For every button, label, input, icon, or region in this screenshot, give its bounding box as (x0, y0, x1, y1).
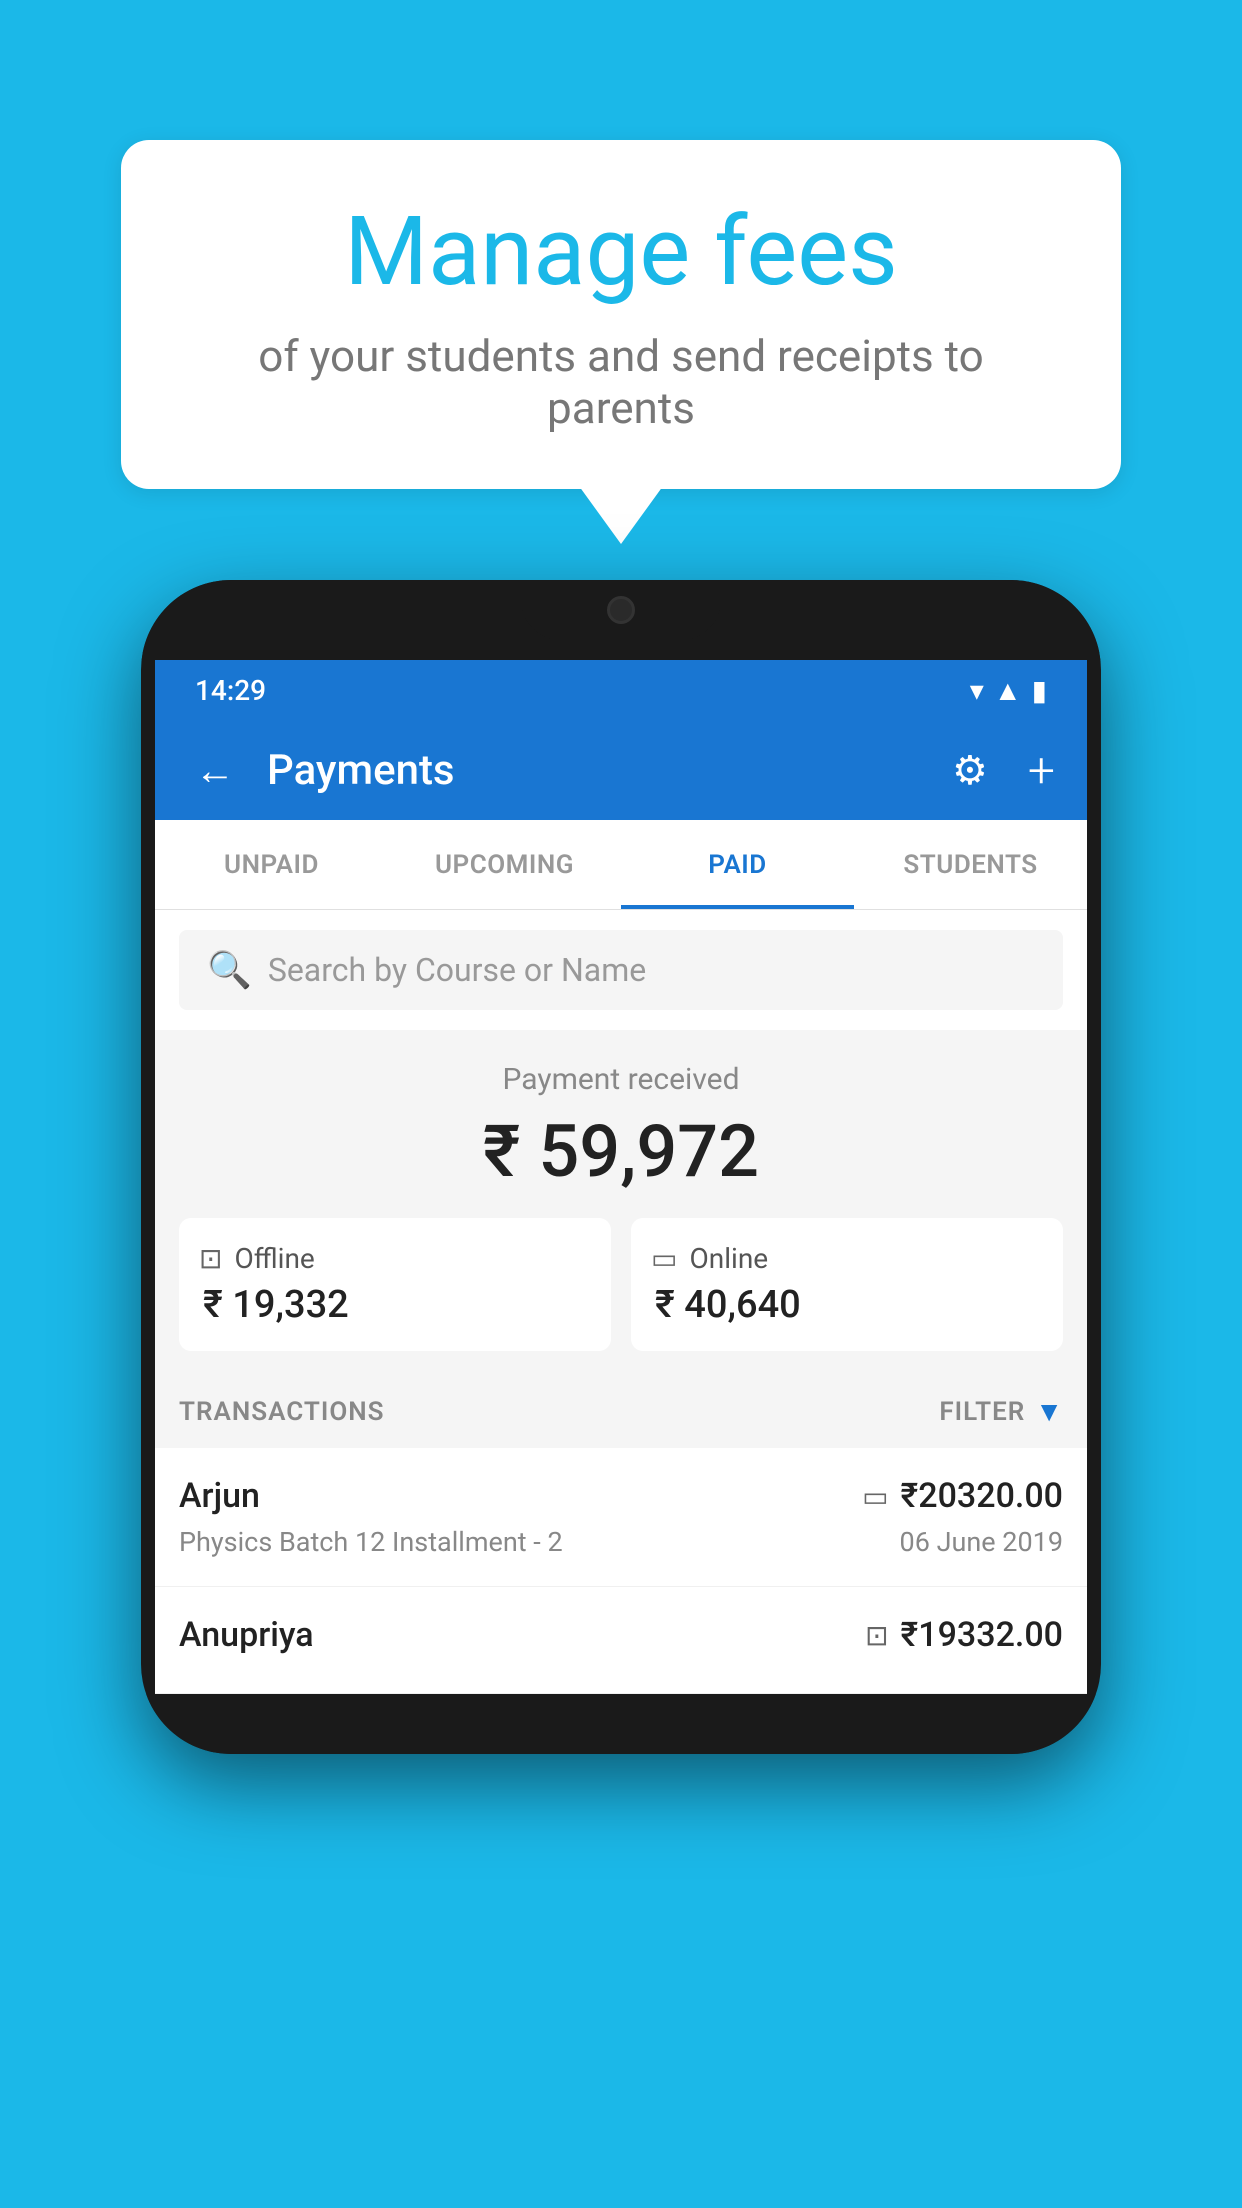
search-container: 🔍 Search by Course or Name (155, 910, 1087, 1030)
transaction-bottom: Physics Batch 12 Installment - 2 06 June… (179, 1526, 1063, 1558)
transaction-course: Physics Batch 12 Installment - 2 (179, 1526, 563, 1558)
status-bar: 14:29 ▾ ▲ ▮ (155, 660, 1087, 720)
back-button[interactable]: ← (187, 739, 243, 802)
app-header: ← Payments ⚙ + (155, 720, 1087, 820)
speech-bubble-subtitle: of your students and send receipts to pa… (201, 330, 1041, 434)
phone-top-bar (141, 580, 1101, 660)
transaction-amount-wrap: ⊡ ₹19332.00 (865, 1615, 1063, 1655)
speech-bubble-container: Manage fees of your students and send re… (121, 140, 1121, 489)
phone-bottom-bar (141, 1694, 1101, 1754)
transaction-amount: ₹19332.00 (901, 1615, 1063, 1655)
speech-bubble-title: Manage fees (201, 200, 1041, 306)
page-title: Payments (267, 746, 928, 795)
phone-screen: 14:29 ▾ ▲ ▮ ← Payments ⚙ + UNPAID (155, 660, 1087, 1694)
offline-card-header: ⊡ Offline (199, 1242, 315, 1275)
table-row[interactable]: Anupriya ⊡ ₹19332.00 (155, 1587, 1087, 1694)
offline-payment-icon: ⊡ (865, 1619, 888, 1652)
phone-notch (521, 580, 721, 640)
transaction-amount-wrap: ▭ ₹20320.00 (862, 1476, 1063, 1516)
tabs-bar: UNPAID UPCOMING PAID STUDENTS (155, 820, 1087, 910)
status-icons: ▾ ▲ ▮ (970, 674, 1047, 707)
tab-paid[interactable]: PAID (621, 820, 854, 909)
filter-label: FILTER (939, 1397, 1025, 1427)
payment-label: Payment received (179, 1062, 1063, 1097)
offline-card: ⊡ Offline ₹ 19,332 (179, 1218, 611, 1351)
offline-label: Offline (234, 1242, 314, 1275)
offline-icon: ⊡ (199, 1242, 222, 1275)
payment-cards: ⊡ Offline ₹ 19,332 ▭ Online ₹ 40,640 (179, 1218, 1063, 1351)
filter-icon: ▼ (1035, 1395, 1063, 1428)
search-input[interactable]: Search by Course or Name (268, 951, 646, 989)
table-row[interactable]: Arjun ▭ ₹20320.00 Physics Batch 12 Insta… (155, 1448, 1087, 1587)
transaction-name: Arjun (179, 1476, 260, 1516)
transactions-header: TRANSACTIONS FILTER ▼ (155, 1375, 1087, 1448)
gear-icon[interactable]: ⚙ (952, 747, 988, 794)
transactions-label: TRANSACTIONS (179, 1397, 385, 1427)
transaction-top: Arjun ▭ ₹20320.00 (179, 1476, 1063, 1516)
online-card-header: ▭ Online (651, 1242, 768, 1275)
offline-amount: ₹ 19,332 (199, 1283, 349, 1327)
speech-bubble: Manage fees of your students and send re… (121, 140, 1121, 489)
search-icon: 🔍 (207, 949, 252, 991)
search-bar[interactable]: 🔍 Search by Course or Name (179, 930, 1063, 1010)
payment-total-amount: ₹ 59,972 (179, 1109, 1063, 1194)
online-payment-icon: ▭ (862, 1480, 888, 1513)
battery-icon: ▮ (1032, 674, 1047, 707)
transaction-top: Anupriya ⊡ ₹19332.00 (179, 1615, 1063, 1655)
transaction-name: Anupriya (179, 1615, 314, 1655)
tab-students[interactable]: STUDENTS (854, 820, 1087, 909)
payment-summary: Payment received ₹ 59,972 ⊡ Offline ₹ 19… (155, 1030, 1087, 1375)
filter-button[interactable]: FILTER ▼ (939, 1395, 1063, 1428)
transaction-amount: ₹20320.00 (901, 1476, 1063, 1516)
online-card: ▭ Online ₹ 40,640 (631, 1218, 1063, 1351)
online-amount: ₹ 40,640 (651, 1283, 801, 1327)
phone-camera (607, 596, 635, 624)
online-label: Online (689, 1242, 768, 1275)
add-button[interactable]: + (1028, 742, 1055, 799)
signal-icon: ▲ (994, 674, 1022, 707)
online-icon: ▭ (651, 1242, 677, 1275)
phone: 14:29 ▾ ▲ ▮ ← Payments ⚙ + UNPAID (141, 580, 1101, 1754)
tab-upcoming[interactable]: UPCOMING (388, 820, 621, 909)
phone-wrapper: 14:29 ▾ ▲ ▮ ← Payments ⚙ + UNPAID (141, 580, 1101, 1754)
transaction-date: 06 June 2019 (900, 1526, 1063, 1558)
wifi-icon: ▾ (970, 674, 984, 707)
status-time: 14:29 (195, 674, 266, 707)
tab-unpaid[interactable]: UNPAID (155, 820, 388, 909)
